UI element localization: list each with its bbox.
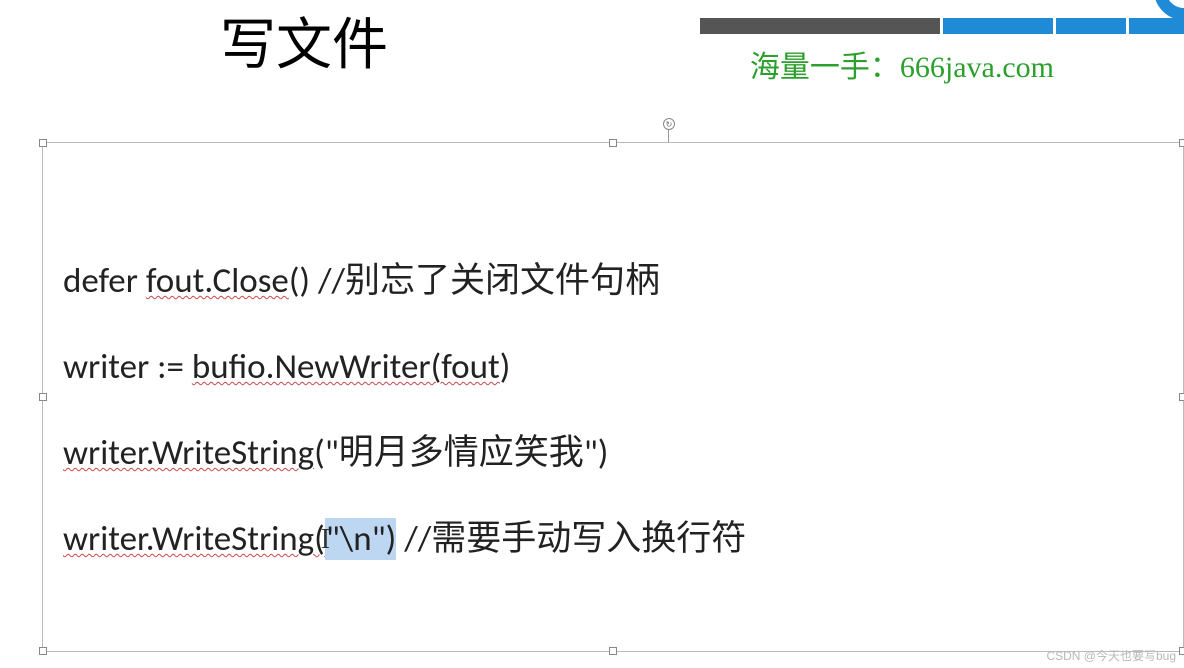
code-text: () //别忘了关闭文件句柄 (289, 260, 660, 302)
code-text: ("明月多情应笑我") (314, 432, 608, 474)
decorative-bars (700, 18, 1184, 34)
spellcheck-text: writer.WriteString (63, 432, 314, 474)
resize-handle-top-middle[interactable] (609, 139, 617, 147)
bar-segment (943, 18, 1053, 34)
spellcheck-text: writer.WriteString( (63, 518, 325, 560)
bar-segment (1056, 18, 1126, 34)
spellcheck-text: bufio.NewWriter(fout (192, 346, 500, 388)
rotation-stem (668, 130, 669, 142)
watermark: CSDN @今天也要写bug (1046, 647, 1176, 664)
resize-handle-top-right[interactable] (1179, 139, 1184, 147)
text-box[interactable]: defer fout.Close() //别忘了关闭文件句柄 writer :=… (42, 142, 1184, 652)
header-link: 海量一手：666java.com (750, 42, 1054, 86)
spellcheck-text: fout.Close (146, 260, 289, 302)
code-text: writer := (63, 346, 192, 388)
rotation-handle-icon[interactable] (663, 118, 675, 130)
slide-title: 写文件 (220, 0, 388, 81)
code-line-4[interactable]: writer.WriteString("\n") //需要手动写入换行符 (63, 511, 1163, 567)
selected-text[interactable]: "\n") (325, 518, 397, 560)
resize-handle-middle-left[interactable] (39, 393, 47, 401)
resize-handle-middle-right[interactable] (1179, 393, 1184, 401)
code-line-2[interactable]: writer := bufio.NewWriter(fout) (63, 339, 1163, 395)
resize-handle-bottom-left[interactable] (39, 647, 47, 655)
bar-segment (1129, 18, 1184, 34)
resize-handle-top-left[interactable] (39, 139, 47, 147)
code-text: //需要手动写入换行符 (396, 518, 746, 560)
resize-handle-bottom-middle[interactable] (609, 647, 617, 655)
resize-handle-bottom-right[interactable] (1179, 647, 1184, 655)
code-line-1[interactable]: defer fout.Close() //别忘了关闭文件句柄 (63, 253, 1163, 309)
code-text: ) (500, 346, 511, 388)
code-content[interactable]: defer fout.Close() //别忘了关闭文件句柄 writer :=… (43, 143, 1183, 617)
code-line-3[interactable]: writer.WriteString("明月多情应笑我") (63, 425, 1163, 481)
code-text: defer (63, 260, 146, 302)
decorative-circle (1154, 0, 1184, 20)
bar-segment (700, 18, 940, 34)
